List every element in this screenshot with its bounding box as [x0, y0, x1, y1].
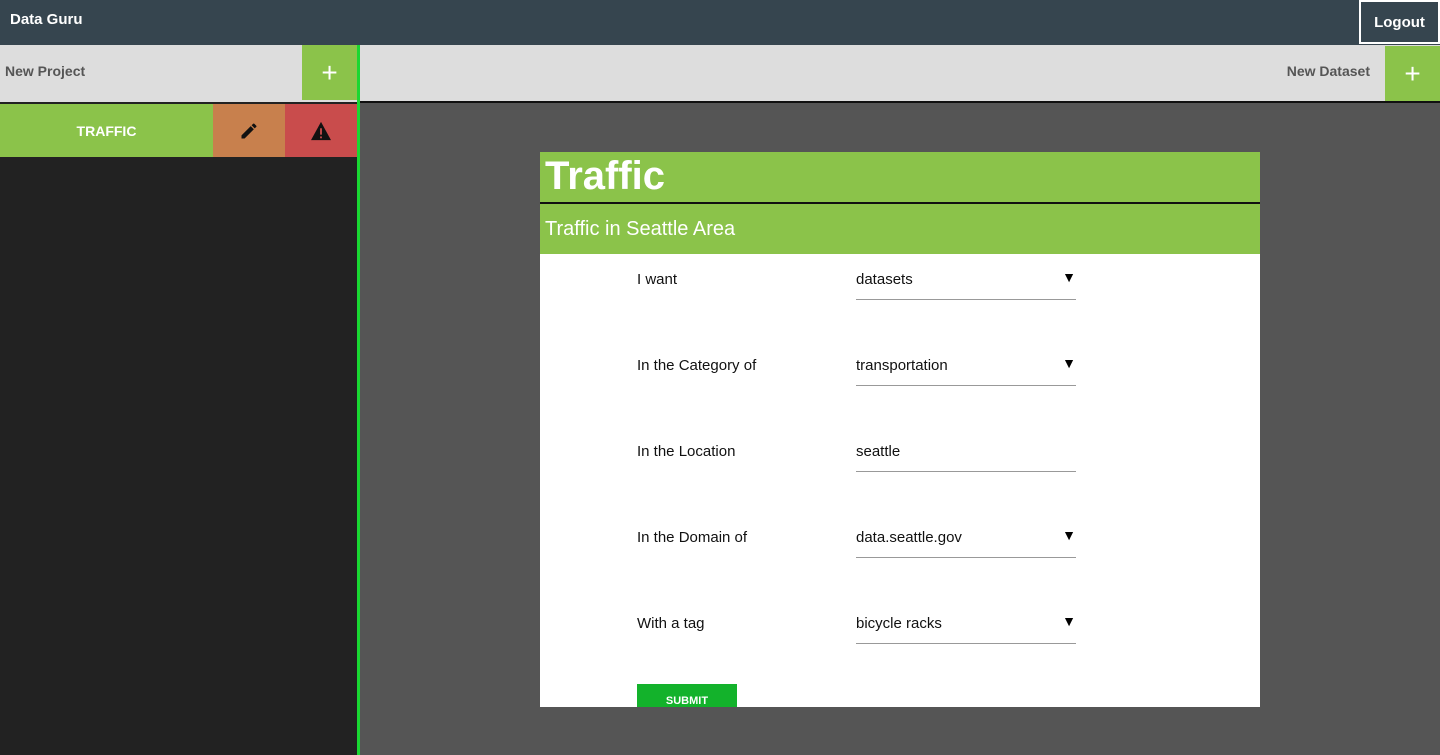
caret-down-icon: ▼ [1062, 613, 1076, 629]
field-label-location: In the Location [637, 443, 736, 460]
caret-down-icon: ▼ [1062, 527, 1076, 543]
field-label-want: I want [637, 271, 678, 288]
location-input[interactable]: seattle [856, 439, 1076, 472]
tag-select-value: bicycle racks [856, 615, 942, 632]
dataset-bar: New Dataset + [360, 45, 1440, 103]
new-dataset-label: New Dataset [1286, 63, 1370, 79]
add-dataset-button[interactable]: + [1385, 46, 1440, 101]
submit-button[interactable]: SUBMIT [637, 684, 737, 707]
logout-button[interactable]: Logout [1359, 0, 1440, 44]
caret-down-icon: ▼ [1062, 269, 1076, 285]
card-subtitle-bar: Traffic in Seattle Area [540, 204, 1260, 254]
card-title-bar: Traffic [540, 152, 1260, 204]
field-label-domain: In the Domain of [637, 529, 748, 546]
domain-select-value: data.seattle.gov [856, 529, 962, 546]
delete-project-button[interactable] [285, 104, 357, 157]
caret-down-icon: ▼ [1062, 355, 1076, 371]
want-select[interactable]: datasets ▼ [856, 267, 1076, 300]
tag-select[interactable]: bicycle racks ▼ [856, 611, 1076, 644]
edit-project-button[interactable] [213, 104, 285, 157]
sidebar: New Project + TRAFFIC [0, 45, 357, 755]
location-input-value: seattle [856, 443, 901, 460]
top-bar: Data Guru Logout [0, 0, 1440, 45]
app-title: Data Guru [10, 11, 83, 28]
card-subtitle: Traffic in Seattle Area [545, 218, 736, 240]
domain-select[interactable]: data.seattle.gov ▼ [856, 525, 1076, 558]
field-label-tag: With a tag [637, 615, 705, 632]
dataset-card: Traffic Traffic in Seattle Area I want d… [540, 152, 1260, 707]
category-select[interactable]: transportation ▼ [856, 353, 1076, 386]
sidebar-divider [357, 45, 360, 755]
new-project-bar: New Project + [0, 45, 357, 102]
category-select-value: transportation [856, 357, 948, 374]
project-row: TRAFFIC [0, 102, 357, 157]
new-project-label: New Project [5, 63, 86, 79]
warning-icon [311, 121, 331, 140]
add-project-button[interactable]: + [302, 45, 357, 100]
field-label-category: In the Category of [637, 357, 757, 374]
want-select-value: datasets [856, 271, 913, 288]
pencil-icon [241, 122, 257, 138]
card-title: Traffic [545, 154, 666, 198]
plus-icon: + [321, 56, 338, 88]
project-item-traffic[interactable]: TRAFFIC [0, 104, 213, 157]
plus-icon: + [1404, 57, 1421, 89]
